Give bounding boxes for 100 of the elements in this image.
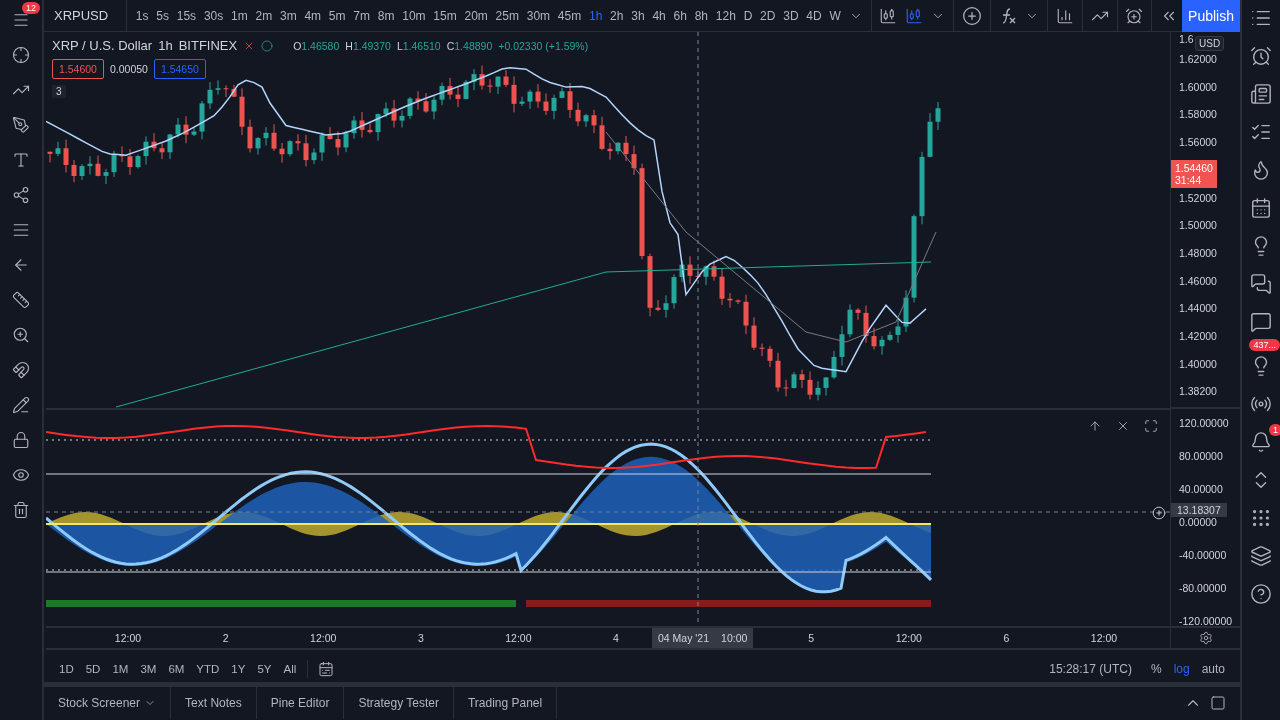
window-icon (1210, 695, 1226, 711)
layers-icon (1250, 545, 1272, 567)
ideas-badge: 437... (1249, 339, 1280, 351)
interval-button[interactable]: 1s (131, 8, 153, 23)
spread-value: 0.00050 (109, 63, 148, 75)
time-label: 12:00 (114, 632, 142, 645)
sell-button[interactable]: 1.54600 (52, 59, 104, 79)
interval-button[interactable]: 2m (251, 8, 277, 23)
buy-button[interactable]: 1.54650 (153, 59, 206, 79)
interval-button[interactable]: 8m (373, 8, 399, 23)
time-label: 6 (1003, 632, 1010, 645)
time-label: 5 (808, 632, 815, 645)
ohlc-key: C (446, 39, 455, 52)
notification-badge: 12 (22, 2, 40, 14)
scale-button[interactable]: log (1168, 662, 1195, 676)
range-button[interactable]: All (278, 663, 302, 675)
candlestick-icon (905, 6, 924, 25)
interval-button[interactable]: 3h (627, 8, 649, 23)
panel-tab[interactable]: Stock Screener (44, 687, 172, 719)
scale-button[interactable]: % (1145, 662, 1167, 676)
price-tick: 1.50000 (1179, 219, 1217, 232)
interval-button[interactable]: 2D (756, 8, 780, 23)
last-price-tag: 1.54460 31:44 (1171, 160, 1217, 188)
maximize-icon (1144, 418, 1158, 433)
clock: 15:28:17 (UTC) (1049, 662, 1133, 676)
plus-circle-icon (962, 5, 983, 26)
menu-icon (12, 11, 30, 29)
help-icon (1250, 583, 1272, 605)
ohlc-value: 1.48890 (454, 39, 493, 52)
eye-icon (12, 466, 30, 484)
alarm-clock-icon (1250, 45, 1272, 67)
nodes-icon (12, 186, 30, 204)
crosshair-time-tag: 04 May '21 10:00 (652, 628, 754, 649)
interval-button[interactable]: 5m (324, 8, 350, 23)
range-button[interactable]: 1Y (226, 663, 251, 675)
text-icon (12, 151, 30, 169)
time-label: 12:00 (895, 632, 922, 645)
interval-button[interactable]: 3D (779, 8, 803, 23)
interval-button[interactable]: 12h (711, 8, 740, 23)
interval-button[interactable]: 4h (648, 8, 670, 23)
range-button[interactable]: 1D (54, 663, 79, 675)
scale-button[interactable]: auto (1196, 662, 1230, 676)
range-button[interactable]: 5Y (252, 663, 277, 675)
price-tick: 1.62000 (1179, 53, 1217, 65)
interval-button[interactable]: 20m (460, 8, 492, 23)
price-tick: 1.48000 (1179, 246, 1217, 259)
publish-button[interactable]: Publish (1182, 0, 1240, 32)
range-button[interactable]: YTD (191, 663, 225, 675)
notification-badge: 1 (1269, 424, 1280, 436)
interval-button[interactable]: 1h (585, 8, 607, 23)
ohlc-value: 1.46510 (402, 39, 441, 52)
price-tick: 1.40000 (1179, 357, 1217, 370)
interval-button[interactable]: 30m (522, 8, 554, 23)
interval-button[interactable]: 7m (349, 8, 374, 23)
interval-button[interactable]: 2h (606, 8, 628, 23)
interval-button[interactable]: 45m (553, 8, 586, 23)
zoom-in-icon (12, 326, 30, 344)
time-label: 12:00 (505, 632, 532, 645)
interval-button[interactable]: 15s (172, 8, 200, 23)
oscillator-tick: 0.00000 (1179, 516, 1217, 529)
interval-button[interactable]: 5s (152, 8, 173, 23)
oscillator-tick: 120.00000 (1179, 417, 1229, 430)
interval-button[interactable]: 25m (491, 8, 523, 23)
interval-button[interactable]: D (739, 8, 757, 23)
panel-tab[interactable]: Strategy Tester (344, 687, 454, 719)
indicator-count[interactable]: 3 (52, 85, 66, 98)
interval-button[interactable]: 1m (227, 8, 252, 23)
crosshair-value-tag: 13.18307 (1171, 503, 1227, 518)
price-tick: 1.56000 (1179, 136, 1217, 149)
price-tick: 1.6 (1179, 33, 1194, 45)
interval-button[interactable]: W (825, 8, 845, 23)
symbol-title: XRP / U.S. Dollar (52, 38, 153, 53)
range-button[interactable]: 6M (163, 663, 190, 675)
currency-label[interactable]: USD (1195, 36, 1225, 51)
range-button[interactable]: 5D (80, 663, 106, 675)
price-tick: 1.44000 (1179, 302, 1217, 315)
interval-button[interactable]: 10m (398, 8, 430, 23)
interval-button[interactable]: 8h (690, 8, 712, 23)
plus-circle-icon (1152, 505, 1166, 520)
price-tick: 1.60000 (1179, 80, 1217, 93)
interval-button[interactable]: 6h (669, 8, 691, 23)
interval-button[interactable]: 4D (802, 8, 826, 23)
range-button[interactable]: 1M (107, 663, 134, 675)
price-tick: 1.38200 (1179, 385, 1217, 398)
range-button[interactable]: 3M (135, 663, 162, 675)
trash-icon (12, 501, 30, 519)
interval-button[interactable]: 15m (429, 8, 461, 23)
price-change: +0.02330 (+1.59%) (498, 39, 589, 52)
oscillator-tick: -80.00000 (1179, 582, 1227, 595)
panel-tab[interactable]: Pine Editor (256, 687, 345, 719)
interval-button[interactable]: 30s (200, 8, 228, 23)
price-tick: 1.52000 (1179, 191, 1217, 204)
interval-button[interactable]: 4m (300, 8, 325, 23)
symbol-search[interactable]: XRPUSD (44, 0, 128, 32)
calendar-icon (1250, 197, 1272, 219)
interval-button[interactable]: 3m (276, 8, 301, 23)
oscillator-tick: -120.00000 (1179, 615, 1233, 628)
panel-tab[interactable]: Text Notes (171, 687, 257, 719)
panel-tab[interactable]: Trading Panel (453, 687, 558, 719)
ohlc-key: O (293, 39, 302, 52)
